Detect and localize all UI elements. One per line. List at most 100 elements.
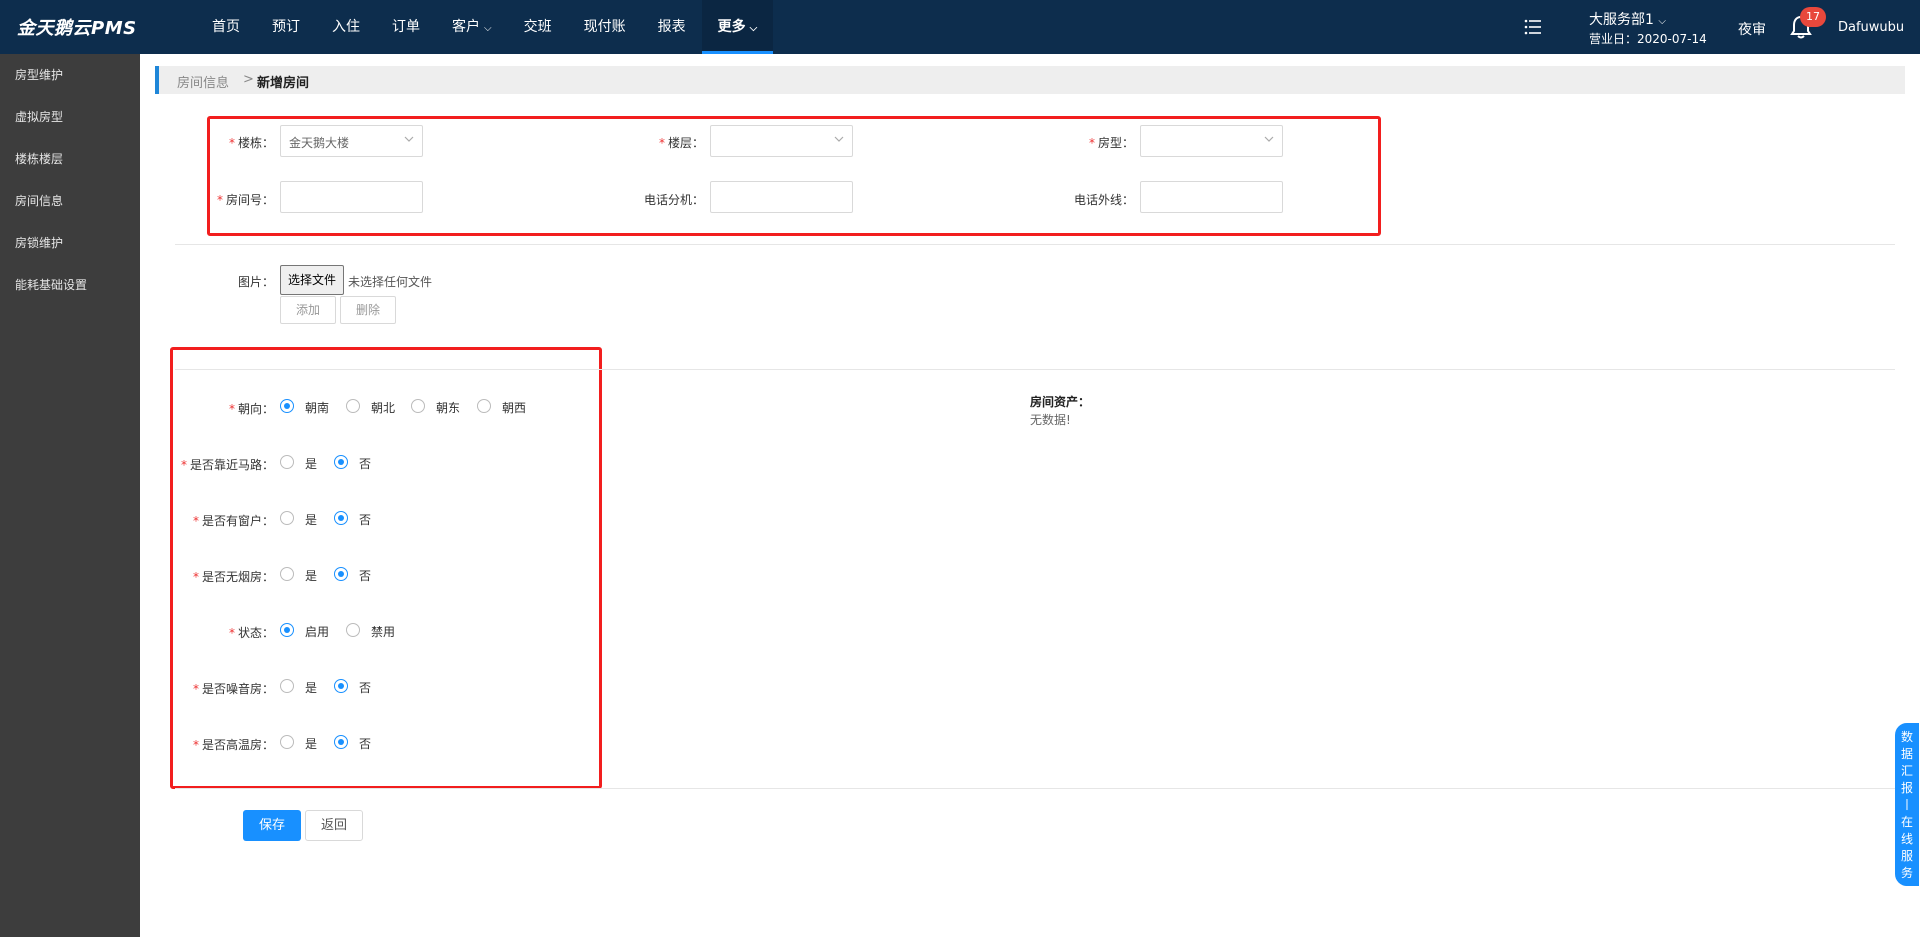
nav-checkin[interactable]: 入住: [316, 0, 376, 54]
sidebar-item-room-lock[interactable]: 房锁维护: [0, 222, 140, 264]
nav-orders[interactable]: 订单: [376, 0, 436, 54]
department-name: 大服务部1: [1589, 12, 1654, 28]
floor-label: * 楼层：: [630, 134, 704, 151]
float-tab-char: 据: [1900, 747, 1913, 761]
list-menu-icon[interactable]: [1524, 18, 1542, 36]
delete-image-button[interactable]: 删除: [340, 296, 396, 324]
required-mark: *: [228, 136, 235, 150]
nav-customers[interactable]: 客户 ⌵: [436, 0, 508, 54]
float-tab-char: 报: [1900, 781, 1913, 795]
status-label: * 状态：: [160, 624, 274, 641]
label-text: 是否噪音房：: [201, 682, 274, 696]
option-label: 否: [359, 681, 372, 695]
sidebar-item-room-info[interactable]: 房间信息: [0, 180, 140, 222]
orientation-radio-east[interactable]: [411, 399, 425, 413]
float-tab-char: 数: [1900, 730, 1913, 744]
add-image-button[interactable]: 添加: [280, 296, 336, 324]
nav-home[interactable]: 首页: [196, 0, 256, 54]
nav-label: 交班: [523, 19, 552, 35]
nav-label: 订单: [392, 19, 420, 35]
nav-shift[interactable]: 交班: [508, 0, 568, 54]
required-mark: *: [216, 193, 223, 207]
nav-reports[interactable]: 报表: [642, 0, 702, 54]
high-temp-room-radio-yes[interactable]: [280, 735, 294, 749]
chevron-down-icon: [404, 136, 414, 142]
option-label: 朝东: [436, 401, 461, 415]
near-road-radio-no[interactable]: [334, 455, 348, 469]
choose-file-button[interactable]: 选择文件: [280, 265, 344, 295]
high-temp-room-label: * 是否高温房：: [160, 736, 274, 753]
non-smoking-label: * 是否无烟房：: [160, 568, 274, 585]
back-button[interactable]: 返回: [305, 810, 363, 841]
near-road-radio-yes[interactable]: [280, 455, 294, 469]
noisy-room-radio-yes[interactable]: [280, 679, 294, 693]
required-mark: *: [192, 570, 199, 584]
label-text: 房间号：: [225, 193, 274, 207]
option-label: 是: [305, 569, 318, 583]
option-label: 朝北: [371, 401, 396, 415]
sidebar-item-room-type[interactable]: 房型维护: [0, 54, 140, 96]
nav-more[interactable]: 更多 ⌵: [701, 0, 774, 54]
option-label: 否: [359, 513, 372, 527]
department-selector[interactable]: 大服务部1 ⌵: [1589, 9, 1666, 29]
float-tab-char: 汇: [1900, 764, 1913, 778]
high-temp-room-radio-no[interactable]: [334, 735, 348, 749]
floating-service-tab[interactable]: 数据汇报丨在线服务: [1895, 723, 1919, 886]
label-text: 楼栋：: [237, 136, 274, 150]
chevron-down-icon: [1264, 136, 1274, 142]
float-tab-char: 在: [1900, 815, 1913, 829]
nav-booking[interactable]: 预订: [256, 0, 316, 54]
option-label: 否: [359, 737, 372, 751]
nav-label: 入住: [332, 19, 360, 35]
orientation-radio-west[interactable]: [477, 399, 491, 413]
orientation-radio-north[interactable]: [346, 399, 360, 413]
has-window-radio-no[interactable]: [334, 511, 348, 525]
non-smoking-radio-no[interactable]: [334, 567, 348, 581]
has-window-label: * 是否有窗户：: [160, 512, 274, 529]
float-tab-char: 务: [1900, 866, 1913, 880]
sidebar-item-virtual-room-type[interactable]: 虚拟房型: [0, 96, 140, 138]
required-mark: *: [192, 738, 199, 752]
sidebar-item-energy-settings[interactable]: 能耗基础设置: [0, 264, 140, 306]
page-title: 新增房间: [257, 76, 310, 91]
option-label: 启用: [305, 625, 330, 639]
phone-line-input[interactable]: [1140, 181, 1283, 213]
selected-value: 金天鹅大楼: [289, 136, 350, 150]
nav-cash-account[interactable]: 现付账: [568, 0, 642, 54]
brand-logo[interactable]: 金天鹅云PMS: [17, 14, 137, 40]
business-date: 营业日：2020-07-14: [1589, 32, 1707, 46]
option-label: 否: [359, 569, 372, 583]
breadcrumb-parent[interactable]: 房间信息: [177, 72, 229, 91]
room-number-input[interactable]: [280, 181, 423, 213]
float-tab-char: 服: [1900, 849, 1913, 863]
breadcrumb-separator: >: [243, 72, 254, 87]
save-button[interactable]: 保存: [243, 810, 301, 841]
building-select[interactable]: 金天鹅大楼: [280, 125, 423, 157]
has-window-radio-yes[interactable]: [280, 511, 294, 525]
required-mark: *: [1088, 136, 1095, 150]
label-text: 状态：: [237, 626, 274, 640]
sidebar-item-building-floor[interactable]: 楼栋楼层: [0, 138, 140, 180]
main-nav: 首页 预订 入住 订单 客户 ⌵ 交班 现付账 报表 更多 ⌵: [196, 0, 774, 54]
orientation-radio-south[interactable]: [280, 399, 294, 413]
chevron-down-icon: [834, 136, 844, 142]
nav-label: 更多: [717, 19, 746, 35]
non-smoking-radio-yes[interactable]: [280, 567, 294, 581]
night-audit-link[interactable]: 夜审: [1738, 19, 1766, 39]
floor-select[interactable]: [710, 125, 853, 157]
nav-label: 报表: [657, 19, 686, 35]
option-label: 是: [305, 737, 318, 751]
option-label: 朝南: [305, 401, 330, 415]
noisy-room-radio-no[interactable]: [334, 679, 348, 693]
phone-extension-input[interactable]: [710, 181, 853, 213]
float-tab-char: 线: [1900, 832, 1913, 846]
room-type-select[interactable]: [1140, 125, 1283, 157]
file-status-text: 未选择任何文件: [348, 275, 433, 289]
status-radio-enabled[interactable]: [280, 623, 294, 637]
status-radio-disabled[interactable]: [346, 623, 360, 637]
option-label: 是: [305, 681, 318, 695]
label-text: 楼层：: [667, 136, 704, 150]
username[interactable]: Dafuwubu: [1838, 20, 1904, 35]
required-mark: *: [192, 682, 199, 696]
required-mark: *: [192, 514, 199, 528]
